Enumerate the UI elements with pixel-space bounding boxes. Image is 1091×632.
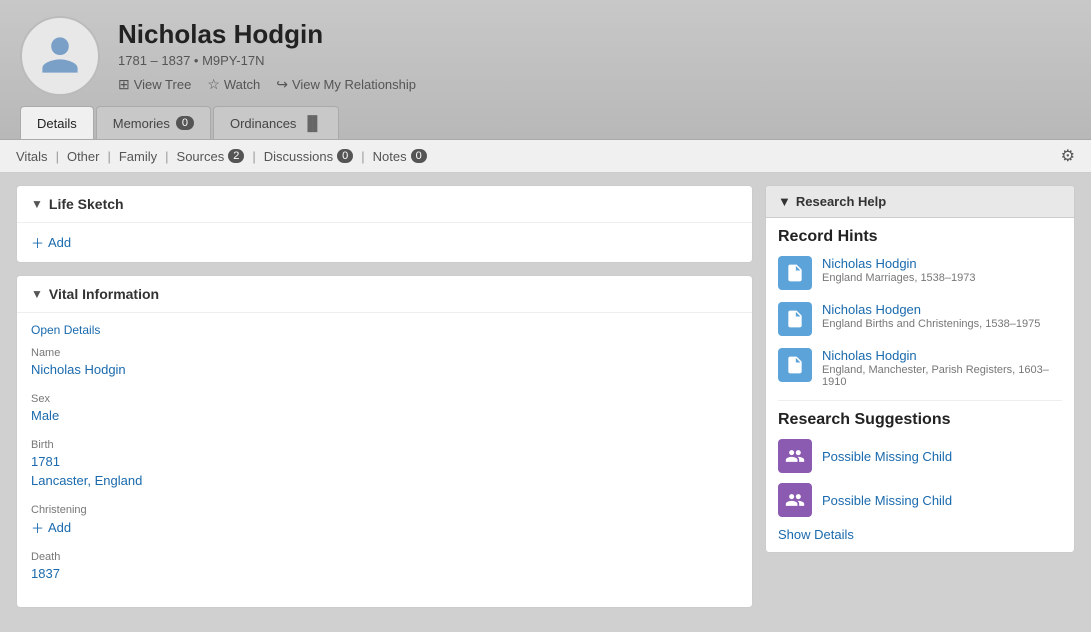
hint-2[interactable]: Nicholas Hodgen England Births and Chris… bbox=[778, 302, 1062, 336]
hint-1-text: Nicholas Hodgin England Marriages, 1538–… bbox=[822, 256, 1062, 284]
tab-memories[interactable]: Memories 0 bbox=[96, 106, 211, 139]
subnav-sources[interactable]: Sources 2 bbox=[177, 149, 245, 164]
suggestion-icon-2 bbox=[778, 483, 812, 517]
birth-year[interactable]: 1781Lancaster, England bbox=[31, 453, 738, 489]
tab-ordinances[interactable]: Ordinances ▐▌ bbox=[213, 106, 339, 139]
field-sex: Sex Male bbox=[31, 393, 738, 425]
memories-badge: 0 bbox=[176, 116, 194, 130]
main-content: ▼ Life Sketch ＋ Add ▼ Vital Information … bbox=[0, 173, 1091, 632]
person-name: Nicholas Hodgin bbox=[118, 19, 1071, 50]
add-life-sketch-button[interactable]: ＋ Add bbox=[31, 233, 738, 252]
show-details-link[interactable]: Show Details bbox=[778, 527, 1062, 542]
life-sketch-header: ▼ Life Sketch bbox=[17, 186, 752, 223]
caret-icon-research: ▼ bbox=[778, 194, 791, 209]
caret-icon-2: ▼ bbox=[31, 287, 43, 301]
open-details-link[interactable]: Open Details bbox=[31, 323, 738, 337]
record-hints-title: Record Hints bbox=[778, 228, 1062, 246]
hint-1[interactable]: Nicholas Hodgin England Marriages, 1538–… bbox=[778, 256, 1062, 290]
vital-info-header: ▼ Vital Information bbox=[17, 276, 752, 313]
hint-2-text: Nicholas Hodgen England Births and Chris… bbox=[822, 302, 1062, 330]
suggestion-2[interactable]: Possible Missing Child bbox=[778, 483, 1062, 517]
hint-icon-1 bbox=[778, 256, 812, 290]
suggestions-title: Research Suggestions bbox=[778, 411, 1062, 429]
person-header: Nicholas Hodgin 1781 – 1837 • M9PY-17N ⊞… bbox=[20, 16, 1071, 96]
name-value[interactable]: Nicholas Hodgin bbox=[31, 361, 738, 379]
field-christening: Christening ＋ Add bbox=[31, 504, 738, 537]
view-relationship-link[interactable]: ↪ View My Relationship bbox=[276, 76, 416, 93]
avatar bbox=[20, 16, 100, 96]
hint-icon-2 bbox=[778, 302, 812, 336]
sep4: | bbox=[252, 149, 255, 164]
settings-gear-icon[interactable]: ⚙ bbox=[1061, 146, 1075, 166]
subnav-discussions[interactable]: Discussions 0 bbox=[264, 149, 353, 164]
field-death: Death 1837 bbox=[31, 551, 738, 583]
person-info: Nicholas Hodgin 1781 – 1837 • M9PY-17N ⊞… bbox=[118, 19, 1071, 93]
discussions-badge: 0 bbox=[337, 149, 353, 163]
sex-value[interactable]: Male bbox=[31, 407, 738, 425]
field-name: Name Nicholas Hodgin bbox=[31, 347, 738, 379]
relationship-icon: ↪ bbox=[276, 76, 288, 93]
tab-details[interactable]: Details bbox=[20, 106, 94, 139]
suggestion-2-label[interactable]: Possible Missing Child bbox=[822, 493, 952, 508]
notes-badge: 0 bbox=[411, 149, 427, 163]
tree-icon: ⊞ bbox=[118, 76, 130, 93]
side-panel: ▼ Research Help Record Hints Nicholas Ho… bbox=[765, 185, 1075, 620]
add-christening-button[interactable]: ＋ Add bbox=[31, 518, 738, 537]
vital-information-card: ▼ Vital Information Open Details Name Ni… bbox=[16, 275, 753, 608]
watch-link[interactable]: ☆ Watch bbox=[207, 76, 260, 93]
subnav-family[interactable]: Family bbox=[119, 149, 157, 164]
life-sketch-body: ＋ Add bbox=[17, 223, 752, 262]
chart-icon: ▐▌ bbox=[302, 115, 322, 131]
death-value[interactable]: 1837 bbox=[31, 565, 738, 583]
plus-icon: ＋ bbox=[31, 233, 44, 252]
sep5: | bbox=[361, 149, 364, 164]
suggestion-1[interactable]: Possible Missing Child bbox=[778, 439, 1062, 473]
sources-badge: 2 bbox=[228, 149, 244, 163]
sep2: | bbox=[107, 149, 110, 164]
plus-icon-christening: ＋ bbox=[31, 518, 44, 537]
research-help-header: ▼ Research Help bbox=[766, 186, 1074, 218]
person-actions: ⊞ View Tree ☆ Watch ↪ View My Relationsh… bbox=[118, 76, 1071, 93]
sub-nav: Vitals | Other | Family | Sources 2 | Di… bbox=[0, 140, 1091, 173]
research-help-card: ▼ Research Help Record Hints Nicholas Ho… bbox=[765, 185, 1075, 553]
suggestion-1-label[interactable]: Possible Missing Child bbox=[822, 449, 952, 464]
life-sketch-card: ▼ Life Sketch ＋ Add bbox=[16, 185, 753, 263]
subnav-vitals[interactable]: Vitals bbox=[16, 149, 48, 164]
person-icon bbox=[38, 33, 82, 80]
person-dates: 1781 – 1837 • M9PY-17N bbox=[118, 53, 1071, 68]
hint-icon-3 bbox=[778, 348, 812, 382]
hint-3-text: Nicholas Hodgin England, Manchester, Par… bbox=[822, 348, 1062, 388]
suggestion-icon-1 bbox=[778, 439, 812, 473]
view-tree-link[interactable]: ⊞ View Tree bbox=[118, 76, 191, 93]
sep1: | bbox=[56, 149, 59, 164]
main-tabs: Details Memories 0 Ordinances ▐▌ bbox=[20, 106, 1071, 139]
subnav-notes[interactable]: Notes 0 bbox=[373, 149, 427, 164]
hint-3[interactable]: Nicholas Hodgin England, Manchester, Par… bbox=[778, 348, 1062, 388]
header: Nicholas Hodgin 1781 – 1837 • M9PY-17N ⊞… bbox=[0, 0, 1091, 140]
divider-1 bbox=[778, 400, 1062, 401]
star-icon: ☆ bbox=[207, 76, 220, 93]
research-help-body: Record Hints Nicholas Hodgin England Mar… bbox=[766, 218, 1074, 552]
field-birth: Birth 1781Lancaster, England bbox=[31, 439, 738, 489]
sep3: | bbox=[165, 149, 168, 164]
subnav-other[interactable]: Other bbox=[67, 149, 100, 164]
main-panel: ▼ Life Sketch ＋ Add ▼ Vital Information … bbox=[16, 185, 753, 620]
caret-icon: ▼ bbox=[31, 197, 43, 211]
